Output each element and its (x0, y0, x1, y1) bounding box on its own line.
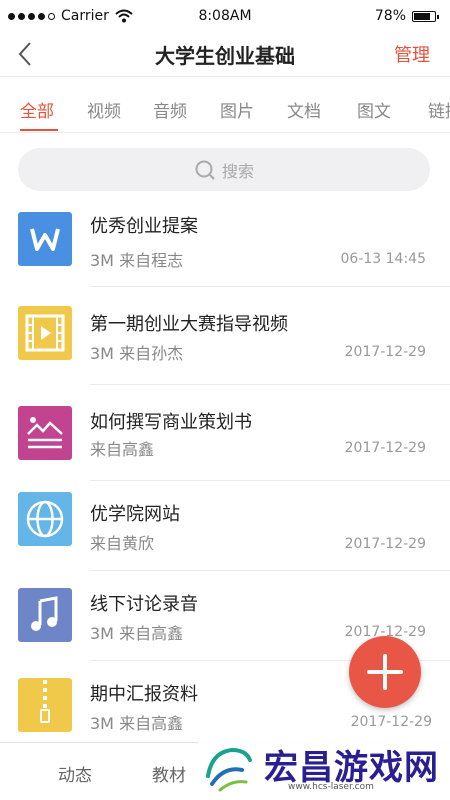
tab-link[interactable]: 链接 (428, 97, 450, 122)
tab-document[interactable]: 文档 (287, 97, 321, 122)
nav-bar: 大学生创业基础 管理 (0, 32, 450, 76)
file-name: 线下讨论录音 (90, 594, 198, 615)
zip-file-icon (18, 678, 72, 732)
file-date: 2017-12-29 (344, 440, 426, 456)
file-meta: 3M 来自高鑫 (90, 624, 184, 643)
status-right: 78% (374, 8, 439, 24)
file-meta: 来自黄欣 (90, 534, 155, 553)
word-doc-icon (18, 212, 72, 266)
file-item[interactable]: 第一期创业大赛指导视频 3M 来自孙杰 2017-12-29 (0, 296, 450, 392)
web-link-icon (18, 492, 72, 546)
battery-icon (412, 10, 439, 22)
file-date: 2017-12-29 (350, 714, 432, 730)
active-tab-indicator (20, 129, 58, 131)
file-item[interactable]: 如何撰写商业策划书 来自高鑫 2017-12-29 (0, 396, 450, 492)
row-divider (90, 384, 450, 385)
tab-image[interactable]: 图片 (220, 97, 254, 122)
image-text-icon (18, 406, 72, 460)
file-meta: 3M 来自孙杰 (90, 344, 184, 363)
tab-video[interactable]: 视频 (87, 97, 121, 122)
file-meta: 3M 来自程志 (90, 251, 184, 270)
file-date: 2017-12-29 (344, 344, 426, 360)
battery-level-fill (414, 12, 430, 20)
battery-percent: 78% (374, 8, 406, 24)
file-name: 优秀创业提案 (90, 216, 198, 237)
row-divider (90, 286, 450, 287)
file-date: 2017-12-29 (344, 536, 426, 552)
watermark-url: www.hcs-laser.com (288, 782, 374, 792)
video-file-icon (18, 306, 72, 360)
watermark: 宏昌游戏网 www.hcs-laser.com (198, 736, 450, 800)
file-name: 如何撰写商业策划书 (90, 412, 252, 433)
search-input[interactable]: 搜索 (18, 148, 430, 191)
tabs-divider (0, 132, 450, 133)
manage-button[interactable]: 管理 (394, 41, 430, 67)
file-meta: 3M 来自高鑫 (90, 714, 184, 733)
search-icon (195, 160, 215, 180)
status-bar: Carrier 8:08AM 78% (0, 0, 450, 32)
row-divider (90, 570, 450, 571)
tab-audio[interactable]: 音频 (153, 97, 187, 122)
tab-image-text[interactable]: 图文 (357, 97, 391, 122)
category-tabs: 全部 视频 音频 图片 文档 图文 链接 (0, 77, 450, 133)
row-divider (90, 480, 450, 481)
file-meta: 来自高鑫 (90, 440, 155, 459)
file-item[interactable]: 优秀创业提案 3M 来自程志 06-13 14:45 (0, 200, 450, 296)
bottom-tab-materials[interactable]: 教材 (152, 761, 186, 786)
tab-all[interactable]: 全部 (20, 97, 54, 122)
file-name: 期中汇报资料 (90, 684, 198, 705)
dragon-logo-icon (206, 747, 252, 792)
file-name: 第一期创业大赛指导视频 (90, 314, 288, 335)
search-placeholder: 搜索 (221, 161, 254, 181)
file-item[interactable]: 优学院网站 来自黄欣 2017-12-29 (0, 492, 450, 588)
bottom-tab-activity[interactable]: 动态 (58, 761, 92, 786)
audio-file-icon (18, 588, 72, 642)
file-date: 06-13 14:45 (340, 251, 426, 267)
add-button[interactable] (349, 636, 421, 708)
page-title: 大学生创业基础 (155, 44, 295, 68)
file-name: 优学院网站 (90, 504, 180, 525)
